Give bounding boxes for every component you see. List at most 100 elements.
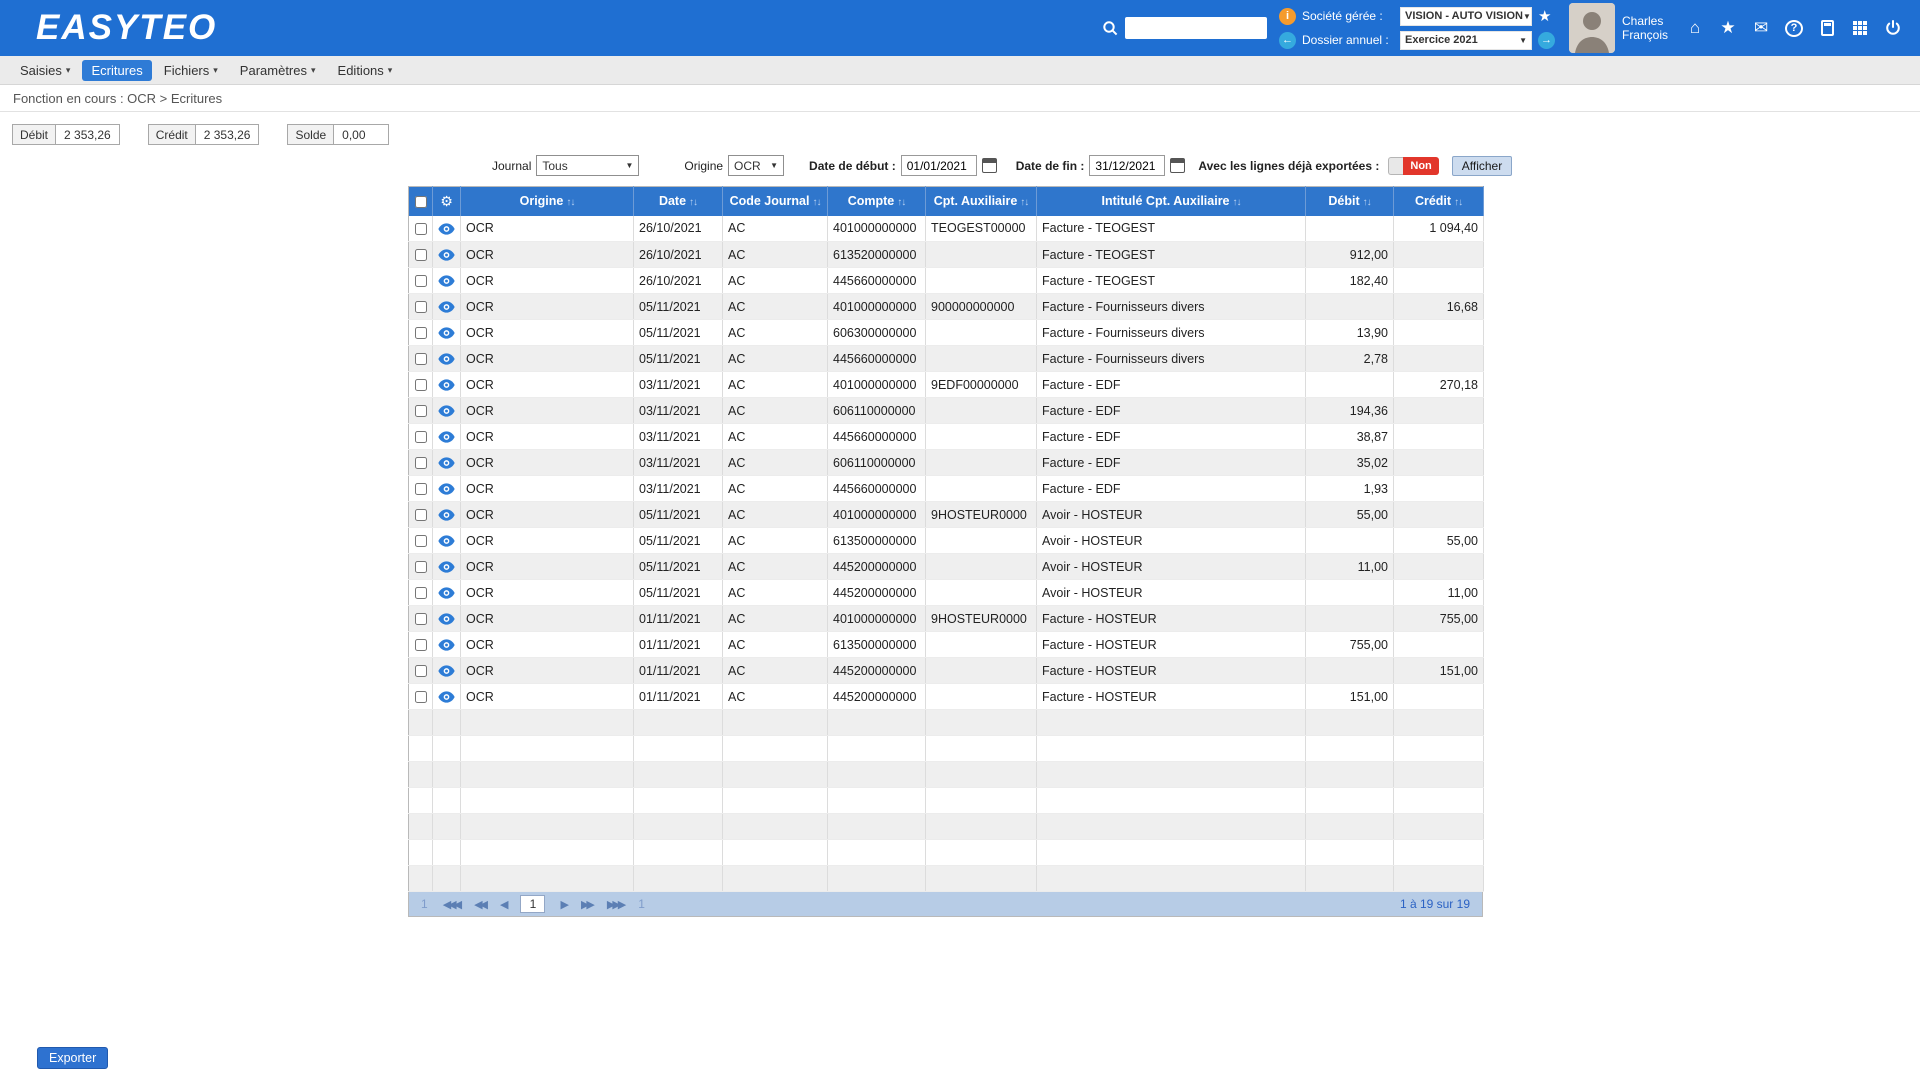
view-icon[interactable] xyxy=(438,301,455,313)
next-group-button[interactable]: ▶▶ xyxy=(581,898,595,911)
caret-down-icon: ▾ xyxy=(387,64,393,75)
sort-icon: ↑↓ xyxy=(1454,197,1463,209)
cell-code-journal: AC xyxy=(722,631,828,658)
view-icon[interactable] xyxy=(438,249,455,261)
calendar-icon[interactable] xyxy=(981,158,997,173)
exported-toggle[interactable]: Non xyxy=(1388,156,1439,175)
menu-item-ecritures[interactable]: Ecritures xyxy=(82,59,152,81)
total-credit-label: Crédit xyxy=(148,125,196,144)
view-icon[interactable] xyxy=(438,275,455,287)
favorites-icon[interactable]: ★ xyxy=(1719,18,1737,38)
next-page-button[interactable]: ▶ xyxy=(560,898,569,911)
menu-item-saisies[interactable]: Saisies ▾ xyxy=(10,59,80,82)
table-row: OCR 01/11/2021 AC 445200000000 Facture - HOS… xyxy=(408,657,1484,684)
cell-compte: 613500000000 xyxy=(827,631,926,658)
show-button[interactable]: Afficher xyxy=(1451,155,1513,176)
view-icon[interactable] xyxy=(438,613,455,625)
view-icon[interactable] xyxy=(438,431,455,443)
journal-select[interactable]: Tous ▼ xyxy=(536,155,640,176)
row-select-cell xyxy=(408,657,433,684)
company-select[interactable]: VISION - AUTO VISION ▼ xyxy=(1399,6,1532,26)
row-checkbox[interactable] xyxy=(414,301,427,314)
help-icon[interactable]: ? xyxy=(1785,19,1803,37)
date-start-input[interactable] xyxy=(900,155,977,176)
date-end-input[interactable] xyxy=(1089,155,1166,176)
view-icon[interactable] xyxy=(438,457,455,469)
row-checkbox[interactable] xyxy=(414,405,427,418)
view-icon[interactable] xyxy=(438,665,455,677)
col-origine[interactable]: Origine ↑↓ xyxy=(460,186,634,216)
cell-intitule: Avoir - HOSTEUR xyxy=(1036,579,1306,606)
row-checkbox[interactable] xyxy=(414,561,427,574)
col-code-journal[interactable]: Code Journal ↑↓ xyxy=(722,186,828,216)
row-checkbox[interactable] xyxy=(414,457,427,470)
column-settings-header[interactable]: ⚙ xyxy=(432,186,461,216)
cell-origine: OCR xyxy=(460,527,634,554)
last-page-button[interactable]: ▶▶▶ xyxy=(607,898,626,911)
col-compte[interactable]: Compte ↑↓ xyxy=(827,186,926,216)
company-icon[interactable]: i xyxy=(1278,7,1296,25)
view-icon[interactable] xyxy=(438,691,455,703)
user-profile[interactable]: Charles François xyxy=(1568,3,1668,53)
cell-intitule: Facture - EDF xyxy=(1036,423,1306,450)
row-checkbox[interactable] xyxy=(414,379,427,392)
row-checkbox[interactable] xyxy=(414,431,427,444)
favorite-star-icon[interactable]: ★ xyxy=(1538,7,1551,25)
col-intitule[interactable]: Intitulé Cpt. Auxiliaire ↑↓ xyxy=(1036,186,1306,216)
select-all-checkbox[interactable] xyxy=(414,195,427,208)
current-page-input[interactable]: 1 xyxy=(520,895,546,913)
col-cpt-auxiliaire[interactable]: Cpt. Auxiliaire ↑↓ xyxy=(925,186,1037,216)
prev-page-button[interactable]: ◀ xyxy=(500,898,509,911)
view-icon[interactable] xyxy=(438,353,455,365)
view-icon[interactable] xyxy=(438,535,455,547)
row-checkbox[interactable] xyxy=(414,222,427,235)
mail-icon[interactable]: ✉ xyxy=(1752,18,1770,38)
view-icon[interactable] xyxy=(438,483,455,495)
view-icon[interactable] xyxy=(438,327,455,339)
next-exercise-icon[interactable]: → xyxy=(1537,31,1555,49)
prev-group-button[interactable]: ◀◀ xyxy=(474,898,488,911)
calendar-icon[interactable] xyxy=(1170,158,1186,173)
row-checkbox[interactable] xyxy=(414,665,427,678)
calculator-icon[interactable] xyxy=(1818,20,1836,36)
cell-credit: 11,00 xyxy=(1393,579,1484,606)
row-view-cell xyxy=(432,605,461,632)
home-icon[interactable]: ⌂ xyxy=(1686,18,1704,38)
view-icon[interactable] xyxy=(438,587,455,599)
row-checkbox[interactable] xyxy=(414,353,427,366)
row-checkbox[interactable] xyxy=(414,535,427,548)
search-input[interactable] xyxy=(1124,17,1267,39)
export-button[interactable]: Exporter xyxy=(37,1047,109,1069)
menu-item-parametres[interactable]: Paramètres ▾ xyxy=(230,59,326,82)
cell-cpt-auxiliaire: 9HOSTEUR0000 xyxy=(925,501,1037,528)
origine-select[interactable]: OCR ▼ xyxy=(728,155,785,176)
row-checkbox[interactable] xyxy=(414,691,427,704)
col-debit[interactable]: Débit ↑↓ xyxy=(1305,186,1394,216)
view-icon[interactable] xyxy=(438,405,455,417)
main-menu: Saisies ▾ Ecritures Fichiers ▾ Paramètres ▾… xyxy=(0,56,1920,85)
apps-grid-icon[interactable] xyxy=(1851,20,1869,36)
row-checkbox[interactable] xyxy=(414,587,427,600)
col-date[interactable]: Date ↑↓ xyxy=(633,186,723,216)
view-icon[interactable] xyxy=(438,379,455,391)
row-view-cell xyxy=(432,423,461,450)
view-icon[interactable] xyxy=(438,509,455,521)
row-checkbox[interactable] xyxy=(414,639,427,652)
exercise-select[interactable]: Exercice 2021 ▼ xyxy=(1399,30,1532,50)
cell-compte: 445200000000 xyxy=(827,683,926,710)
previous-exercise-icon[interactable]: ← xyxy=(1278,31,1296,49)
row-checkbox[interactable] xyxy=(414,613,427,626)
row-checkbox[interactable] xyxy=(414,275,427,288)
row-checkbox[interactable] xyxy=(414,509,427,522)
menu-item-fichiers[interactable]: Fichiers ▾ xyxy=(154,59,228,82)
view-icon[interactable] xyxy=(438,561,455,573)
col-credit[interactable]: Crédit ↑↓ xyxy=(1393,186,1484,216)
first-page-button[interactable]: ◀◀◀ xyxy=(443,898,462,911)
row-checkbox[interactable] xyxy=(414,483,427,496)
view-icon[interactable] xyxy=(438,223,455,235)
view-icon[interactable] xyxy=(438,639,455,651)
menu-item-editions[interactable]: Editions ▾ xyxy=(328,59,403,82)
row-checkbox[interactable] xyxy=(414,327,427,340)
power-icon[interactable] xyxy=(1884,20,1902,36)
row-checkbox[interactable] xyxy=(414,249,427,262)
